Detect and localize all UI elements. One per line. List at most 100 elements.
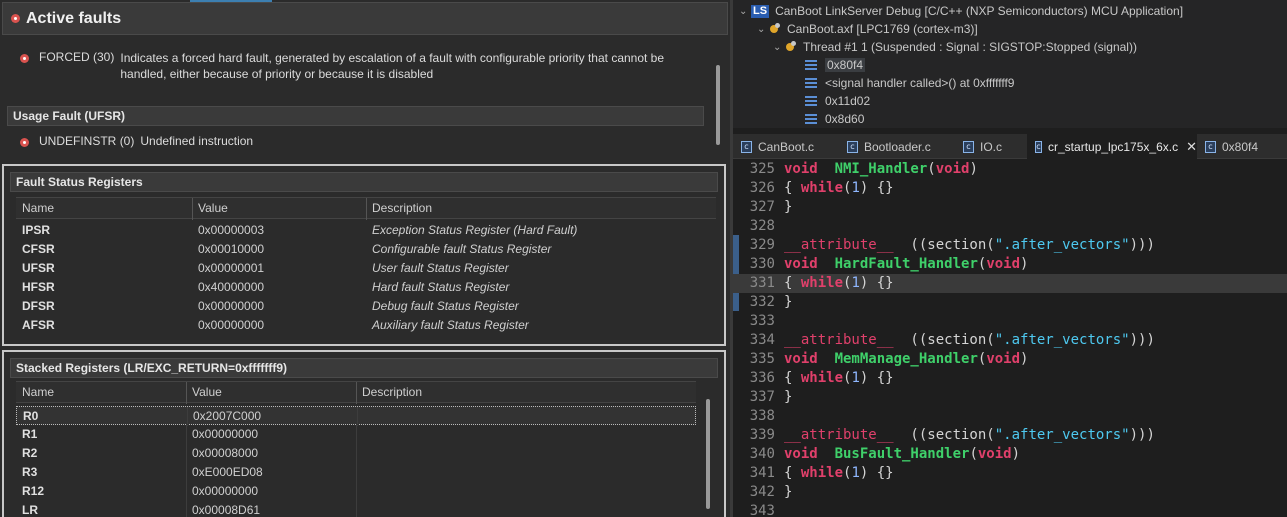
c-file-icon: c	[741, 140, 752, 153]
tab-bootloader-c[interactable]: c Bootloader.c	[839, 134, 951, 159]
stacked-table-row[interactable]: R12 0x00000000	[16, 482, 696, 501]
fsr-table-row[interactable]: AFSR 0x00000000 Auxiliary fault Status Reg…	[16, 316, 716, 335]
code-token: BusFault_Handler	[834, 446, 970, 462]
code-line[interactable]: 337}	[733, 388, 1287, 407]
register-name: R0	[23, 409, 39, 423]
column-separator	[186, 444, 187, 463]
tree-item-thread[interactable]: ⌄ Thread #1 1 (Suspended : Signal : SIGS…	[773, 38, 1137, 56]
code-token: while	[800, 465, 844, 481]
code-line[interactable]: 333	[733, 312, 1287, 331]
tab-disassembly-0x80f4[interactable]: c 0x80f4	[1197, 134, 1287, 159]
code-line[interactable]: 342}	[733, 483, 1287, 502]
stack-frame-item[interactable]: 0x8d60	[805, 110, 864, 128]
column-header-name[interactable]: Name	[22, 385, 54, 399]
code-line[interactable]: 335 void MemManage_Handler(void)	[733, 350, 1287, 369]
register-value: 0x00000003	[198, 223, 265, 237]
column-separator[interactable]	[356, 382, 357, 404]
line-number: 338	[749, 408, 775, 424]
chevron-down-icon[interactable]: ⌄	[757, 24, 769, 35]
active-faults-header[interactable]: Active faults	[2, 2, 728, 35]
column-header-description[interactable]: Description	[362, 385, 422, 399]
code-line[interactable]: 334 __attribute__ ((section(".after_vecto…	[733, 331, 1287, 350]
code-line[interactable]: 336 { while(1) {}	[733, 369, 1287, 388]
register-name: R1	[22, 427, 38, 441]
scrollbar-thumb[interactable]	[706, 399, 710, 509]
code-token: }	[784, 484, 793, 500]
fsr-table-row[interactable]: IPSR 0x00000003 Exception Status Register …	[16, 221, 716, 240]
stacked-table-row[interactable]: R1 0x00000000	[16, 425, 696, 444]
code-token: )))	[1129, 237, 1155, 253]
code-token: __attribute__	[784, 427, 894, 443]
code-line[interactable]: 343	[733, 502, 1287, 517]
code-token: {	[784, 275, 801, 291]
code-line[interactable]: 329 __attribute__ ((section(".after_vecto…	[733, 236, 1287, 255]
code-token: ((section(	[893, 427, 995, 443]
fault-code: (30)	[93, 50, 115, 64]
fsr-table-row[interactable]: CFSR 0x00010000 Configurable fault Status …	[16, 240, 716, 259]
code-line[interactable]: 331 { while(1) {}	[733, 274, 1287, 293]
code-line[interactable]: 325 void NMI_Handler(void)	[733, 160, 1287, 179]
code-token: ) {}	[859, 370, 894, 386]
line-number: 331	[749, 275, 775, 291]
tab-cr-startup[interactable]: c cr_startup_lpc175x_6x.c ✕	[1027, 134, 1197, 159]
register-name: IPSR	[22, 223, 51, 237]
tree-item-launch[interactable]: ⌄ LS CanBoot LinkServer Debug [C/C++ (NX…	[739, 2, 1183, 20]
column-separator[interactable]	[366, 198, 367, 220]
close-icon[interactable]: ✕	[1186, 139, 1197, 155]
column-separator[interactable]	[192, 198, 193, 220]
fault-name-text: UNDEFINSTR	[39, 134, 117, 148]
chevron-down-icon[interactable]: ⌄	[773, 42, 785, 53]
active-faults-title: Active faults	[26, 9, 122, 27]
code-editor[interactable]: 325 void NMI_Handler(void) 326{ while(1) {…	[733, 159, 1287, 517]
thread-label: Thread #1 1 (Suspended : Signal : SIGSTO…	[803, 40, 1137, 54]
line-number: 343	[749, 503, 775, 517]
column-header-value[interactable]: Value	[198, 201, 228, 215]
code-line[interactable]: 328	[733, 217, 1287, 236]
column-header-name[interactable]: Name	[22, 201, 54, 215]
tab-canboot-c[interactable]: c CanBoot.c	[733, 134, 837, 159]
code-token: 1	[851, 465, 860, 481]
register-description: User fault Status Register	[372, 261, 509, 275]
fsr-table-row[interactable]: HFSR 0x40000000 Hard fault Status Register	[16, 278, 716, 297]
code-line[interactable]: 332}	[733, 293, 1287, 312]
fsr-table-header: Name Value Description	[16, 197, 716, 220]
column-header-description[interactable]: Description	[372, 201, 432, 215]
tree-item-process[interactable]: ⌄ CanBoot.axf [LPC1769 (cortex-m3)]	[757, 20, 978, 38]
column-separator[interactable]	[186, 382, 187, 404]
code-token: ) {}	[859, 465, 894, 481]
column-header-value[interactable]: Value	[192, 385, 222, 399]
code-line[interactable]: 340 void BusFault_Handler(void)	[733, 445, 1287, 464]
code-line[interactable]: 327}	[733, 198, 1287, 217]
stack-frame-label: <signal handler called>() at 0xfffffff9	[825, 76, 1015, 90]
stack-frame-item[interactable]: 0x80f4	[805, 56, 866, 74]
fault-item-undefinstr[interactable]: UNDEFINSTR (0) Undefined instruction	[20, 134, 253, 148]
stacked-registers-scrollbar[interactable]	[698, 381, 718, 517]
stack-frame-item[interactable]: <signal handler called>() at 0xfffffff9	[805, 74, 1014, 92]
code-text: }	[784, 198, 792, 217]
stack-frame-item[interactable]: 0x11d02	[805, 92, 870, 110]
fsr-table-row[interactable]: UFSR 0x00000001 User fault Status Register	[16, 259, 716, 278]
code-line[interactable]: 338	[733, 407, 1287, 426]
stacked-table-row[interactable]: R3 0xE000ED08	[16, 463, 696, 482]
fsr-table-row[interactable]: DFSR 0x00000000 Debug fault Status Registe…	[16, 297, 716, 316]
code-line[interactable]: 341 { while(1) {}	[733, 464, 1287, 483]
tab-io-c[interactable]: c IO.c	[955, 134, 1025, 159]
stacked-table-row[interactable]: R0 0x2007C000	[16, 406, 696, 426]
usage-fault-section-header[interactable]: Usage Fault (UFSR)	[7, 106, 704, 126]
register-name: R3	[22, 465, 38, 479]
code-text: { while(1) {}	[784, 369, 894, 388]
code-line[interactable]: 326 { while(1) {}	[733, 179, 1287, 198]
register-name: CFSR	[22, 242, 55, 256]
active-faults-scrollbar[interactable]	[710, 35, 726, 160]
fault-item-forced[interactable]: FORCED (30) Indicates a forced hard faul…	[20, 50, 700, 82]
stacked-registers-header[interactable]: Stacked Registers (LR/EXC_RETURN=0xfffff…	[10, 358, 718, 378]
line-number: 341	[749, 465, 775, 481]
stacked-table-row[interactable]: LR 0x00008D61	[16, 501, 696, 517]
fault-status-registers-header[interactable]: Fault Status Registers	[10, 172, 718, 192]
scrollbar-thumb[interactable]	[716, 65, 720, 145]
code-token: __attribute__	[784, 237, 894, 253]
stacked-table-row[interactable]: R2 0x00008000	[16, 444, 696, 463]
code-line[interactable]: 339 __attribute__ ((section(".after_vecto…	[733, 426, 1287, 445]
chevron-down-icon[interactable]: ⌄	[739, 6, 751, 17]
code-line[interactable]: 330 void HardFault_Handler(void)	[733, 255, 1287, 274]
